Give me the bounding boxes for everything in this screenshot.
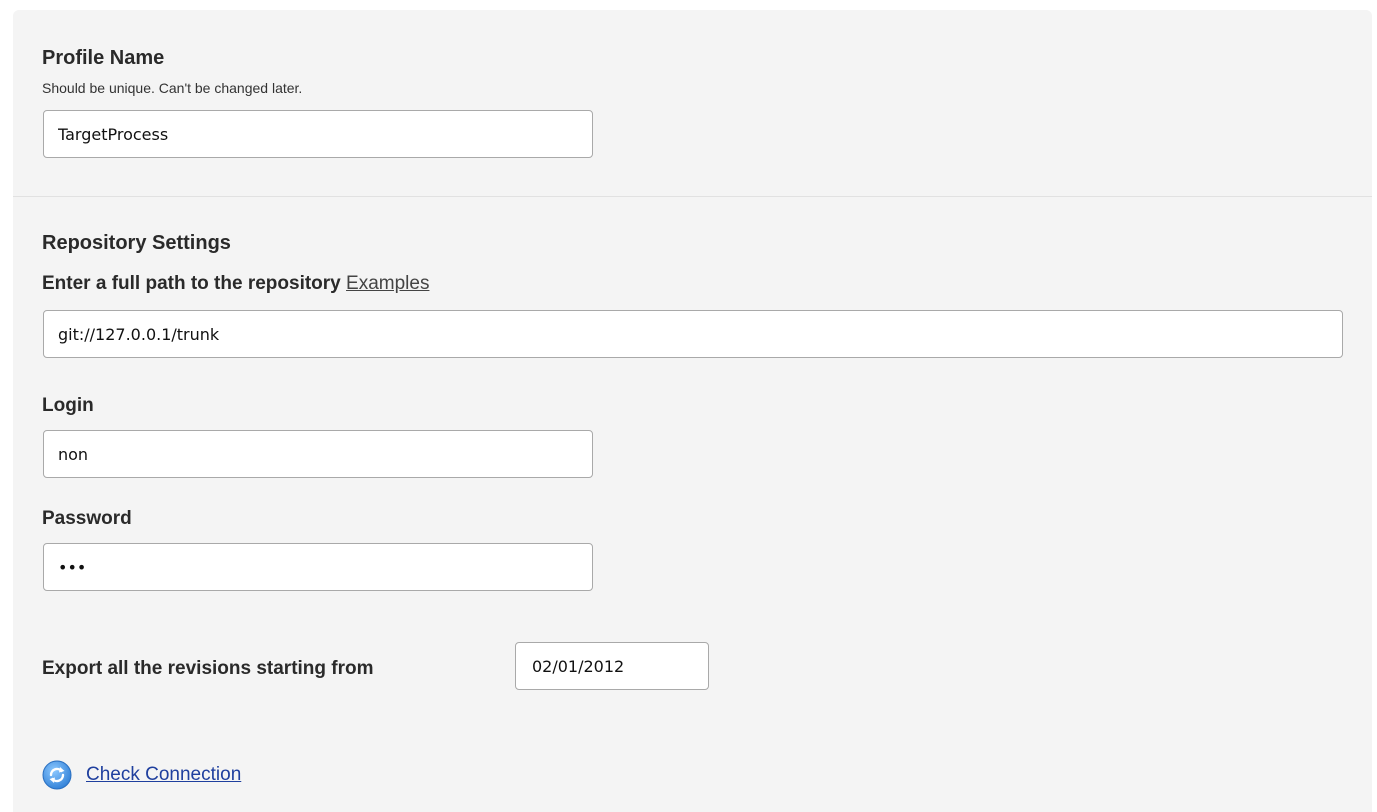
password-label: Password [42, 508, 132, 529]
check-connection-link[interactable]: Check Connection [86, 764, 241, 786]
profile-section: Profile Name Should be unique. Can't be … [13, 10, 1372, 197]
settings-panel: Profile Name Should be unique. Can't be … [13, 10, 1372, 812]
repository-path-label: Enter a full path to the repository Exam… [42, 273, 429, 295]
repository-settings-heading: Repository Settings [42, 232, 231, 254]
profile-name-heading: Profile Name [42, 47, 165, 69]
login-label: Login [42, 395, 94, 416]
examples-link[interactable]: Examples [346, 273, 429, 294]
export-start-date-input[interactable] [515, 642, 709, 690]
refresh-icon [42, 760, 72, 790]
profile-name-input[interactable] [43, 110, 593, 158]
export-revisions-label: Export all the revisions starting from [42, 658, 374, 679]
check-connection-button[interactable]: Check Connection [42, 760, 241, 790]
login-input[interactable] [43, 430, 593, 478]
repository-path-label-text: Enter a full path to the repository [42, 273, 341, 294]
repository-path-input[interactable] [43, 310, 1343, 358]
profile-name-hint: Should be unique. Can't be changed later… [42, 80, 303, 96]
password-input[interactable] [43, 543, 593, 591]
